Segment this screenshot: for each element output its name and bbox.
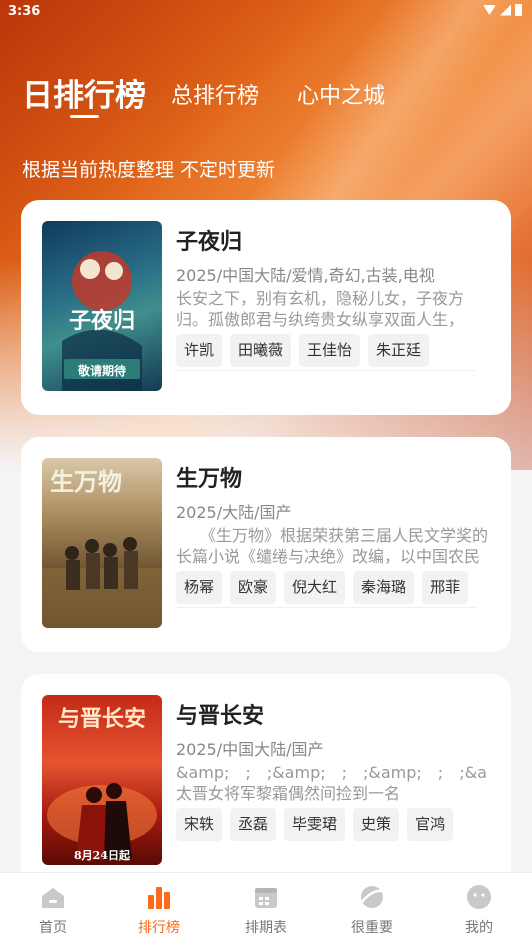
drama-meta: 2025/大陆/国产 <box>176 503 292 522</box>
status-bar: 3:36 <box>0 0 532 24</box>
drama-title[interactable]: 生万物 <box>176 461 242 493</box>
tabbar-label: 排期表 <box>245 920 287 936</box>
cast-chip[interactable]: 宋轶 <box>176 808 223 841</box>
calendar-icon <box>252 883 280 911</box>
drama-description: &amp; ; ;&amp; ; ;&amp; ; ;&amp; ; ;太晋女将… <box>176 763 488 803</box>
cast-list: 许凯 田曦薇 王佳怡 朱正廷 <box>176 334 430 367</box>
tabbar-item-ranking[interactable]: 排行榜 <box>119 883 199 937</box>
poster-caption: 与晋长安 <box>57 706 146 732</box>
drama-meta: 2025/中国大陆/爱情,奇幻,古装,电视 <box>176 266 435 285</box>
tabbar-item-important[interactable]: 很重要 <box>332 883 412 937</box>
cast-chip[interactable]: 许凯 <box>176 334 223 367</box>
cast-chip[interactable]: 丞磊 <box>230 808 277 841</box>
drama-title[interactable]: 与晋长安 <box>176 698 264 730</box>
drama-poster[interactable]: 生万物 <box>42 458 162 628</box>
cast-list: 宋轶 丞磊 毕雯珺 史策 官鸿 <box>176 808 454 841</box>
cast-chip[interactable]: 邢菲 <box>422 571 469 604</box>
cast-chip[interactable]: 秦海璐 <box>353 571 415 604</box>
profile-icon <box>465 883 493 911</box>
cast-chip[interactable]: 毕雯珺 <box>284 808 346 841</box>
drama-description: 《生万物》根据荣获第三届人民文学奖的长篇小说《缱绻与决绝》改编，以中国农民 <box>176 526 488 566</box>
cast-chip[interactable]: 倪大红 <box>284 571 346 604</box>
bottom-tab-bar: 首页 排行榜 排期表 很重要 我的 <box>0 872 532 946</box>
signal-icon <box>500 4 511 16</box>
drama-card[interactable]: 生万物 生万物 2025/大陆/国产 《生万物》根据荣获第三届人民文学奖的长篇小… <box>21 437 511 652</box>
ranking-tabs: 日排行榜 总排行榜 心中之城 <box>0 64 532 124</box>
cast-chip[interactable]: 官鸿 <box>407 808 454 841</box>
ranking-subtitle: 根据当前热度整理 不定时更新 <box>22 159 276 181</box>
cast-list: 杨幂 欧豪 倪大红 秦海璐 邢菲 <box>176 571 469 604</box>
tab-city-of-heart[interactable]: 心中之城 <box>297 78 385 110</box>
drama-meta: 2025/中国大陆/国产 <box>176 740 324 759</box>
tab-total-ranking[interactable]: 总排行榜 <box>171 78 259 110</box>
poster-tag: 敬请期待 <box>77 364 126 378</box>
drama-poster[interactable]: 与晋长安 8月24日起 <box>42 695 162 865</box>
cast-chip[interactable]: 王佳怡 <box>299 334 361 367</box>
drama-title[interactable]: 子夜归 <box>176 224 242 256</box>
cast-chip[interactable]: 史策 <box>353 808 400 841</box>
active-tab-indicator <box>70 115 99 118</box>
poster-caption: 子夜归 <box>68 308 135 334</box>
divider <box>176 370 476 371</box>
drama-card[interactable]: 子夜归 敬请期待 子夜归 2025/中国大陆/爱情,奇幻,古装,电视 长安之下，… <box>21 200 511 415</box>
cast-chip[interactable]: 杨幂 <box>176 571 223 604</box>
tabbar-item-schedule[interactable]: 排期表 <box>226 883 306 937</box>
tabbar-item-profile[interactable]: 我的 <box>439 883 519 937</box>
status-icons <box>483 4 522 16</box>
drama-description: 长安之下，别有玄机，隐秘儿女，子夜方归。孤傲郎君与纨绔贵女纵享双面人生， <box>176 289 465 329</box>
cast-chip[interactable]: 朱正廷 <box>368 334 430 367</box>
cast-chip[interactable]: 田曦薇 <box>230 334 292 367</box>
tab-daily-ranking[interactable]: 日排行榜 <box>22 70 146 115</box>
cast-chip[interactable]: 欧豪 <box>230 571 277 604</box>
drama-poster[interactable]: 子夜归 敬请期待 <box>42 221 162 391</box>
poster-tag: 8月24日起 <box>74 849 130 862</box>
drama-card[interactable]: 与晋长安 8月24日起 与晋长安 2025/中国大陆/国产 &amp; ; ;&… <box>21 674 511 889</box>
tabbar-label: 首页 <box>39 920 67 936</box>
poster-caption: 生万物 <box>50 467 122 496</box>
star-planet-icon <box>358 883 386 911</box>
status-time: 3:36 <box>8 4 41 19</box>
tabbar-item-home[interactable]: 首页 <box>13 883 93 937</box>
tabbar-label: 我的 <box>465 920 493 936</box>
battery-icon <box>515 4 522 16</box>
divider <box>176 607 476 608</box>
wifi-icon <box>483 5 496 15</box>
ranking-icon <box>145 883 173 911</box>
tabbar-label: 很重要 <box>351 920 393 936</box>
home-icon <box>39 883 67 911</box>
tabbar-label: 排行榜 <box>138 920 180 936</box>
